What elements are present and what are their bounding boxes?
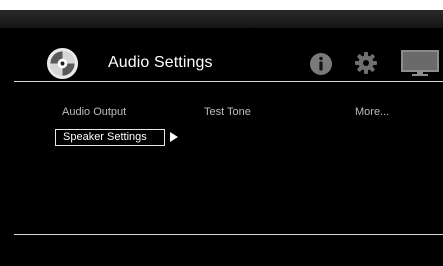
gear-icon[interactable] (354, 51, 378, 75)
footer-divider (14, 234, 443, 235)
tv-icon[interactable] (401, 50, 439, 76)
page-title: Audio Settings (108, 54, 213, 71)
menu-item-audio-output[interactable]: Audio Output (62, 106, 126, 118)
play-arrow-icon (170, 132, 178, 142)
menu-item-more[interactable]: More... (355, 106, 389, 118)
disc-icon (46, 47, 79, 80)
menu-item-test-tone[interactable]: Test Tone (204, 106, 251, 118)
screen: Audio Settings Audio Output Test Tone Mo… (0, 10, 443, 266)
menu-item-speaker-settings[interactable]: Speaker Settings (55, 129, 165, 146)
header-divider (14, 81, 443, 82)
header-bar: Audio Settings (0, 28, 443, 80)
top-strip (0, 10, 443, 28)
info-icon[interactable] (309, 52, 333, 76)
